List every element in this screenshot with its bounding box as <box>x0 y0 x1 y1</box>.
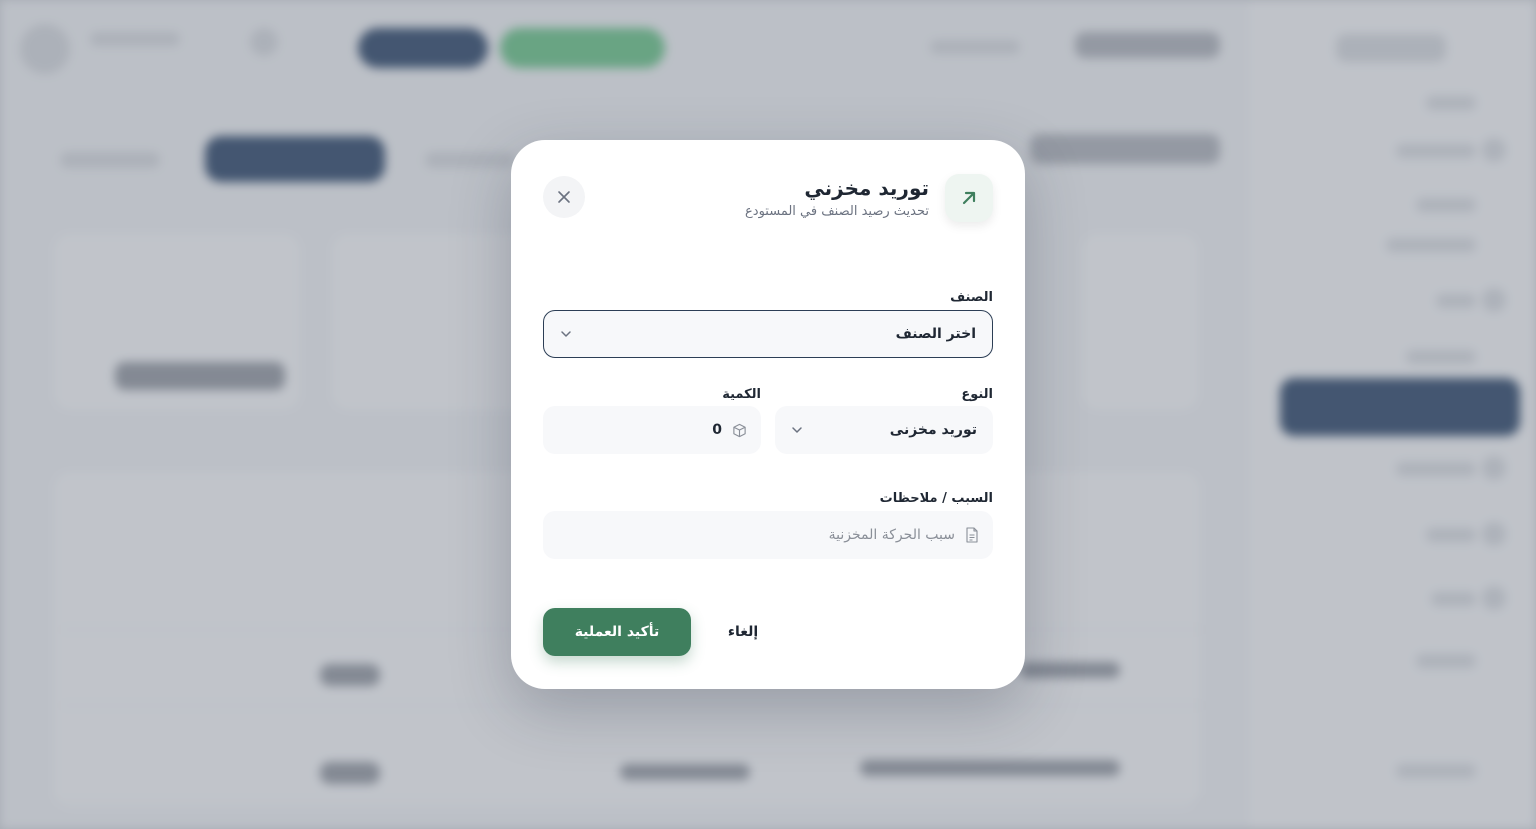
type-select[interactable]: توريد مخزنى <box>775 406 993 454</box>
arrow-up-right-icon <box>945 174 993 222</box>
modal-title: توريد مخزني <box>804 176 929 200</box>
type-select-value: توريد مخزنى <box>889 422 977 438</box>
item-select[interactable]: اختر الصنف <box>543 310 993 358</box>
cancel-button[interactable]: إلغاء <box>711 618 775 646</box>
box-icon <box>733 423 746 437</box>
item-label: الصنف <box>950 290 993 305</box>
chevron-down-icon <box>561 331 571 337</box>
close-button[interactable] <box>543 176 585 218</box>
quantity-field[interactable] <box>543 406 761 454</box>
confirm-button[interactable]: تأكيد العملية <box>543 608 691 656</box>
close-icon <box>558 191 570 203</box>
notes-field[interactable] <box>543 511 993 559</box>
chevron-down-icon <box>792 427 802 433</box>
type-label: النوع <box>961 387 993 402</box>
stock-supply-modal: توريد مخزني تحديث رصيد الصنف في المستودع… <box>511 140 1025 689</box>
quantity-input[interactable] <box>682 422 722 438</box>
quantity-label: الكمية <box>722 387 761 402</box>
notes-input[interactable] <box>557 527 955 543</box>
item-select-value: اختر الصنف <box>895 326 976 342</box>
document-icon <box>966 527 978 543</box>
notes-label: السبب / ملاحظات <box>879 491 993 506</box>
modal-subtitle: تحديث رصيد الصنف في المستودع <box>745 204 929 219</box>
